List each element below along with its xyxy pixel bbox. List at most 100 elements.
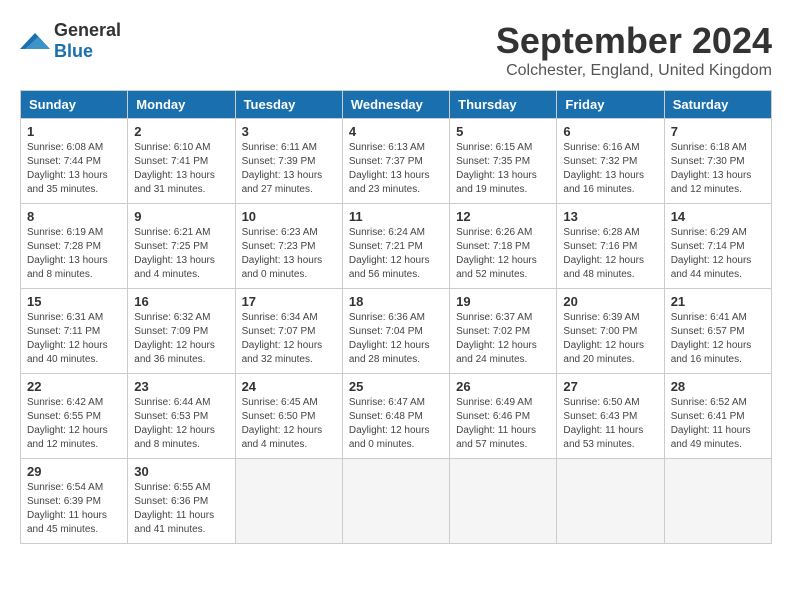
calendar-cell	[342, 459, 449, 544]
week-row-2: 15Sunrise: 6:31 AM Sunset: 7:11 PM Dayli…	[21, 289, 772, 374]
day-number: 9	[134, 209, 228, 224]
logo-text: General Blue	[54, 20, 121, 62]
calendar-cell: 24 Sunrise: 6:45 AM Sunset: 6:50 PM Dayli…	[235, 374, 342, 459]
day-number: 30	[134, 464, 228, 479]
calendar-cell: 10 Sunrise: 6:23 AM Sunset: 7:23 PM Dayli…	[235, 204, 342, 289]
logo: General Blue	[20, 20, 121, 62]
calendar-header: SundayMondayTuesdayWednesdayThursdayFrid…	[21, 91, 772, 119]
day-number: 29	[27, 464, 121, 479]
cell-info: Sunrise: 6:18 AM Sunset: 7:30 PM Dayligh…	[671, 141, 765, 197]
calendar-cell: 28 Sunrise: 6:52 AM Sunset: 6:41 PM Dayli…	[664, 374, 771, 459]
header-sunday: Sunday	[21, 91, 128, 119]
title-area: September 2024 Colchester, England, Unit…	[496, 20, 772, 80]
cell-info: Sunrise: 6:28 AM Sunset: 7:16 PM Dayligh…	[563, 226, 657, 282]
day-number: 20	[563, 294, 657, 309]
day-number: 10	[242, 209, 336, 224]
day-number: 3	[242, 124, 336, 139]
cell-info: Sunrise: 6:52 AM Sunset: 6:41 PM Dayligh…	[671, 396, 765, 452]
week-row-1: 8 Sunrise: 6:19 AM Sunset: 7:28 PM Daylig…	[21, 204, 772, 289]
cell-info: Sunrise: 6:49 AM Sunset: 6:46 PM Dayligh…	[456, 396, 550, 452]
calendar-cell	[664, 459, 771, 544]
cell-info: Sunrise: 6:29 AM Sunset: 7:14 PM Dayligh…	[671, 226, 765, 282]
calendar-cell: 21 Sunrise: 6:41 AM Sunset: 6:57 PM Dayli…	[664, 289, 771, 374]
calendar-cell: 15Sunrise: 6:31 AM Sunset: 7:11 PM Dayli…	[21, 289, 128, 374]
cell-info: Sunrise: 6:32 AM Sunset: 7:09 PM Dayligh…	[134, 311, 228, 367]
day-number: 7	[671, 124, 765, 139]
day-number: 15	[27, 294, 121, 309]
cell-info: Sunrise: 6:23 AM Sunset: 7:23 PM Dayligh…	[242, 226, 336, 282]
calendar-cell: 14 Sunrise: 6:29 AM Sunset: 7:14 PM Dayli…	[664, 204, 771, 289]
logo-blue: Blue	[54, 41, 93, 61]
calendar-cell: 23Sunrise: 6:44 AM Sunset: 6:53 PM Dayli…	[128, 374, 235, 459]
day-number: 14	[671, 209, 765, 224]
day-number: 2	[134, 124, 228, 139]
day-number: 16	[134, 294, 228, 309]
calendar-cell: 22 Sunrise: 6:42 AM Sunset: 6:55 PM Dayli…	[21, 374, 128, 459]
cell-info: Sunrise: 6:34 AM Sunset: 7:07 PM Dayligh…	[242, 311, 336, 367]
calendar-cell: 2 Sunrise: 6:10 AM Sunset: 7:41 PM Daylig…	[128, 119, 235, 204]
cell-info: Sunrise: 6:36 AM Sunset: 7:04 PM Dayligh…	[349, 311, 443, 367]
calendar-cell: 4Sunrise: 6:13 AM Sunset: 7:37 PM Daylig…	[342, 119, 449, 204]
calendar-cell: 7 Sunrise: 6:18 AM Sunset: 7:30 PM Daylig…	[664, 119, 771, 204]
calendar-cell: 16 Sunrise: 6:32 AM Sunset: 7:09 PM Dayli…	[128, 289, 235, 374]
day-number: 25	[349, 379, 443, 394]
day-number: 21	[671, 294, 765, 309]
calendar-cell: 3 Sunrise: 6:11 AM Sunset: 7:39 PM Daylig…	[235, 119, 342, 204]
calendar-cell: 27Sunrise: 6:50 AM Sunset: 6:43 PM Dayli…	[557, 374, 664, 459]
location-subtitle: Colchester, England, United Kingdom	[496, 62, 772, 80]
day-number: 24	[242, 379, 336, 394]
day-number: 6	[563, 124, 657, 139]
calendar-cell: 13 Sunrise: 6:28 AM Sunset: 7:16 PM Dayli…	[557, 204, 664, 289]
cell-info: Sunrise: 6:11 AM Sunset: 7:39 PM Dayligh…	[242, 141, 336, 197]
header-saturday: Saturday	[664, 91, 771, 119]
calendar-cell	[235, 459, 342, 544]
day-number: 1	[27, 124, 121, 139]
cell-info: Sunrise: 6:13 AM Sunset: 7:37 PM Dayligh…	[349, 141, 443, 197]
day-number: 22	[27, 379, 121, 394]
cell-info: Sunrise: 6:41 AM Sunset: 6:57 PM Dayligh…	[671, 311, 765, 367]
cell-info: Sunrise: 6:54 AM Sunset: 6:39 PM Dayligh…	[27, 481, 121, 537]
calendar-table: SundayMondayTuesdayWednesdayThursdayFrid…	[20, 90, 772, 544]
page-header: General Blue September 2024 Colchester, …	[20, 20, 772, 80]
logo-general: General	[54, 20, 121, 40]
cell-info: Sunrise: 6:39 AM Sunset: 7:00 PM Dayligh…	[563, 311, 657, 367]
header-friday: Friday	[557, 91, 664, 119]
calendar-cell: 25Sunrise: 6:47 AM Sunset: 6:48 PM Dayli…	[342, 374, 449, 459]
month-title: September 2024	[496, 20, 772, 62]
calendar-cell: 20 Sunrise: 6:39 AM Sunset: 7:00 PM Dayli…	[557, 289, 664, 374]
cell-info: Sunrise: 6:15 AM Sunset: 7:35 PM Dayligh…	[456, 141, 550, 197]
cell-info: Sunrise: 6:08 AM Sunset: 7:44 PM Dayligh…	[27, 141, 121, 197]
calendar-cell: 30 Sunrise: 6:55 AM Sunset: 6:36 PM Dayli…	[128, 459, 235, 544]
cell-info: Sunrise: 6:42 AM Sunset: 6:55 PM Dayligh…	[27, 396, 121, 452]
cell-info: Sunrise: 6:19 AM Sunset: 7:28 PM Dayligh…	[27, 226, 121, 282]
day-number: 19	[456, 294, 550, 309]
calendar-cell: 8 Sunrise: 6:19 AM Sunset: 7:28 PM Daylig…	[21, 204, 128, 289]
header-row: SundayMondayTuesdayWednesdayThursdayFrid…	[21, 91, 772, 119]
day-number: 8	[27, 209, 121, 224]
cell-info: Sunrise: 6:10 AM Sunset: 7:41 PM Dayligh…	[134, 141, 228, 197]
cell-info: Sunrise: 6:21 AM Sunset: 7:25 PM Dayligh…	[134, 226, 228, 282]
calendar-cell: 11Sunrise: 6:24 AM Sunset: 7:21 PM Dayli…	[342, 204, 449, 289]
calendar-body: 1 Sunrise: 6:08 AM Sunset: 7:44 PM Daylig…	[21, 119, 772, 544]
calendar-cell: 19Sunrise: 6:37 AM Sunset: 7:02 PM Dayli…	[450, 289, 557, 374]
header-monday: Monday	[128, 91, 235, 119]
calendar-cell: 17 Sunrise: 6:34 AM Sunset: 7:07 PM Dayli…	[235, 289, 342, 374]
calendar-cell: 6 Sunrise: 6:16 AM Sunset: 7:32 PM Daylig…	[557, 119, 664, 204]
day-number: 23	[134, 379, 228, 394]
day-number: 17	[242, 294, 336, 309]
calendar-cell: 5 Sunrise: 6:15 AM Sunset: 7:35 PM Daylig…	[450, 119, 557, 204]
header-wednesday: Wednesday	[342, 91, 449, 119]
calendar-cell: 29 Sunrise: 6:54 AM Sunset: 6:39 PM Dayli…	[21, 459, 128, 544]
week-row-0: 1 Sunrise: 6:08 AM Sunset: 7:44 PM Daylig…	[21, 119, 772, 204]
day-number: 13	[563, 209, 657, 224]
cell-info: Sunrise: 6:45 AM Sunset: 6:50 PM Dayligh…	[242, 396, 336, 452]
cell-info: Sunrise: 6:50 AM Sunset: 6:43 PM Dayligh…	[563, 396, 657, 452]
calendar-cell	[450, 459, 557, 544]
calendar-cell	[557, 459, 664, 544]
cell-info: Sunrise: 6:16 AM Sunset: 7:32 PM Dayligh…	[563, 141, 657, 197]
cell-info: Sunrise: 6:55 AM Sunset: 6:36 PM Dayligh…	[134, 481, 228, 537]
day-number: 5	[456, 124, 550, 139]
day-number: 28	[671, 379, 765, 394]
calendar-cell: 26Sunrise: 6:49 AM Sunset: 6:46 PM Dayli…	[450, 374, 557, 459]
calendar-cell: 18Sunrise: 6:36 AM Sunset: 7:04 PM Dayli…	[342, 289, 449, 374]
